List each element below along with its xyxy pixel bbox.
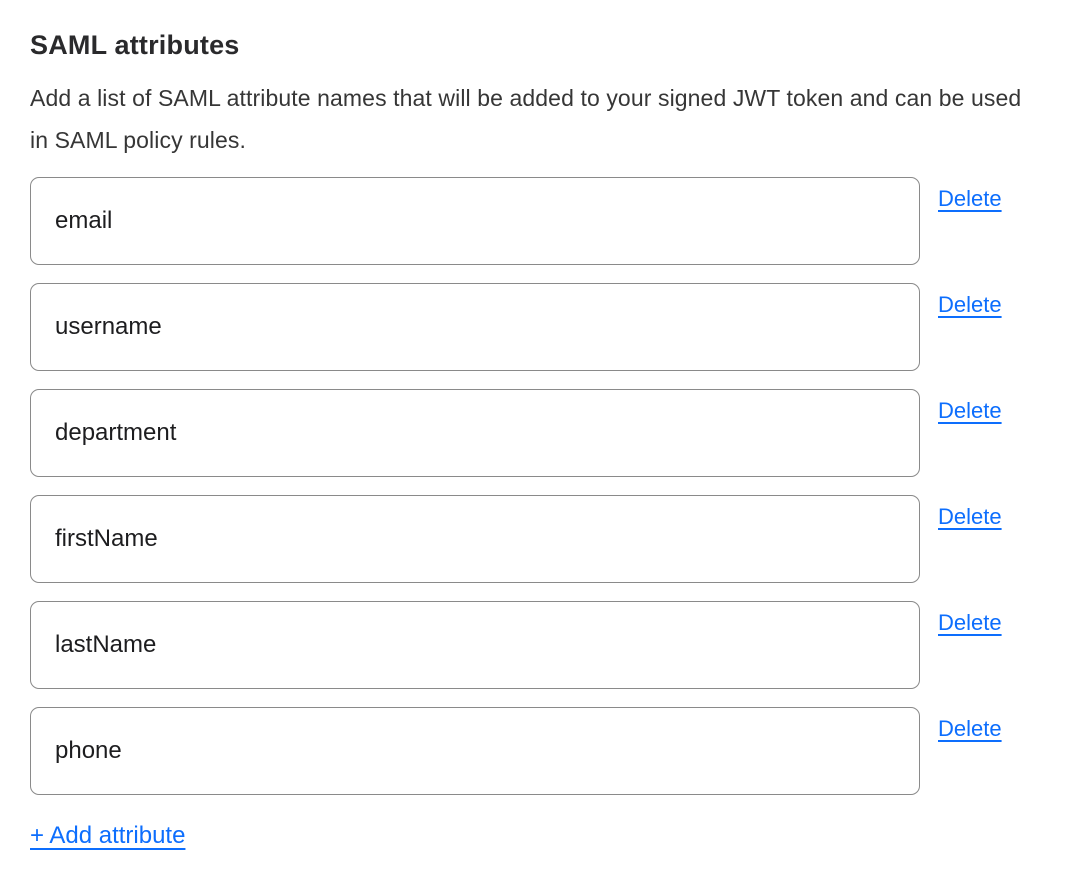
attribute-input[interactable] [30,389,920,477]
attribute-row: Delete [30,707,1066,795]
attribute-list: Delete Delete Delete Delete Delete Delet… [30,177,1066,795]
delete-link[interactable]: Delete [938,610,1002,636]
attribute-input[interactable] [30,707,920,795]
attribute-row: Delete [30,495,1066,583]
add-attribute-link[interactable]: + Add attribute [30,822,185,850]
attribute-row: Delete [30,283,1066,371]
section-title: SAML attributes [30,30,1066,61]
attribute-row: Delete [30,177,1066,265]
section-description: Add a list of SAML attribute names that … [30,77,1040,161]
attribute-row: Delete [30,601,1066,689]
attribute-input[interactable] [30,495,920,583]
delete-link[interactable]: Delete [938,398,1002,424]
delete-link[interactable]: Delete [938,292,1002,318]
attribute-input[interactable] [30,601,920,689]
attribute-input[interactable] [30,283,920,371]
attribute-row: Delete [30,389,1066,477]
delete-link[interactable]: Delete [938,504,1002,530]
attribute-input[interactable] [30,177,920,265]
delete-link[interactable]: Delete [938,716,1002,742]
saml-attributes-section: SAML attributes Add a list of SAML attri… [0,0,1066,850]
delete-link[interactable]: Delete [938,186,1002,212]
